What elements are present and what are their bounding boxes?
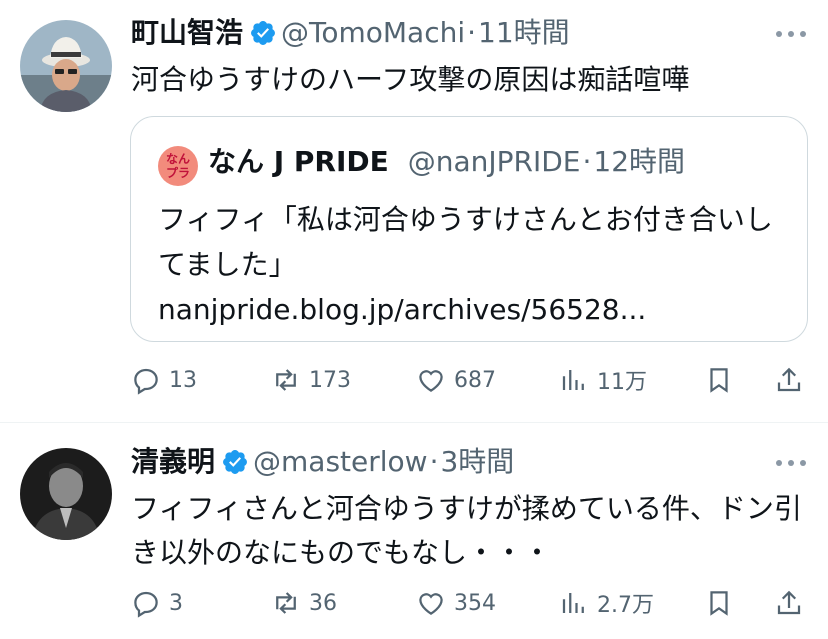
author-name[interactable]: 清義明 [131,445,215,478]
separator: · [429,445,439,478]
views-button[interactable]: 2.7万 [559,583,654,623]
reply-button[interactable]: 13 [131,360,197,400]
separator: · [467,16,477,49]
quote-avatar: なん プラ [158,146,198,186]
author-handle[interactable]: @masterlow [253,445,428,478]
quote-author-handle: @nanJPRIDE [407,145,581,178]
share-button[interactable] [774,360,812,400]
like-icon [419,593,443,615]
repost-count: 36 [309,590,337,616]
like-count: 687 [454,367,496,393]
share-icon [777,590,801,615]
author-name[interactable]: 町山智浩 [131,16,243,49]
more-icon[interactable] [776,31,806,39]
quote-header: なん J PRIDE @nanJPRIDE·12時間 [208,144,685,180]
repost-count: 173 [309,367,351,393]
avatar[interactable] [20,448,112,540]
timestamp[interactable]: 11時間 [478,16,570,49]
views-button[interactable]: 11万 [559,360,647,400]
repost-icon [276,369,296,391]
bookmark-button[interactable] [704,583,742,623]
verified-badge-icon [251,21,275,45]
reply-button[interactable]: 3 [131,583,183,623]
like-button[interactable]: 687 [416,360,496,400]
action-bar: 13 173 687 11万 [131,360,806,400]
repost-button[interactable]: 173 [271,360,351,400]
separator: · [582,145,592,178]
bookmark-icon [710,368,728,393]
like-button[interactable]: 354 [416,583,496,623]
action-bar: 3 36 354 2.7万 [131,583,806,623]
tweet-header: 町山智浩 @TomoMachi·11時間 [131,16,570,50]
tweet-text: フィフィさんと河合ゆうすけが揉めている件、ドン引き以外のなにものでもなし・・・ [131,492,802,569]
bookmark-button[interactable] [704,360,742,400]
like-icon [419,370,443,392]
views-icon [562,370,584,390]
bookmark-icon [710,591,728,616]
tweet-header: 清義明 @masterlow·3時間 [131,445,514,479]
tweet-text: 河合ゆうすけのハーフ攻撃の原因は痴話喧嘩 [131,63,690,96]
like-count: 354 [454,590,496,616]
tweet[interactable]: 町山智浩 @TomoMachi·11時間 河合ゆうすけのハーフ攻撃の原因は痴話喧嘩… [0,0,828,423]
reply-count: 3 [169,590,183,616]
more-icon[interactable] [776,460,806,468]
repost-button[interactable]: 36 [271,583,337,623]
repost-icon [276,592,296,614]
view-count: 2.7万 [597,593,654,618]
author-handle[interactable]: @TomoMachi [281,16,465,49]
tweet[interactable]: 清義明 @masterlow·3時間 フィフィさんと河合ゆうすけが揉めている件、ド… [0,423,828,639]
quote-author-name: なん J PRIDE [208,145,389,178]
reply-icon [134,591,158,618]
timestamp[interactable]: 3時間 [440,445,514,478]
avatar[interactable] [20,20,112,112]
quote-text: フィフィ「私は河合ゆうすけさんとお付き合いしてました」 nanjpride.bl… [158,203,773,326]
verified-badge-icon [223,450,247,474]
quote-tweet[interactable]: なん プラ なん J PRIDE @nanJPRIDE·12時間 フィフィ「私は河… [130,116,808,342]
reply-count: 13 [169,367,197,393]
share-button[interactable] [774,583,812,623]
view-count: 11万 [597,370,647,395]
share-icon [777,367,801,392]
views-icon [562,593,584,613]
reply-icon [134,368,158,395]
quote-timestamp: 12時間 [593,145,686,178]
